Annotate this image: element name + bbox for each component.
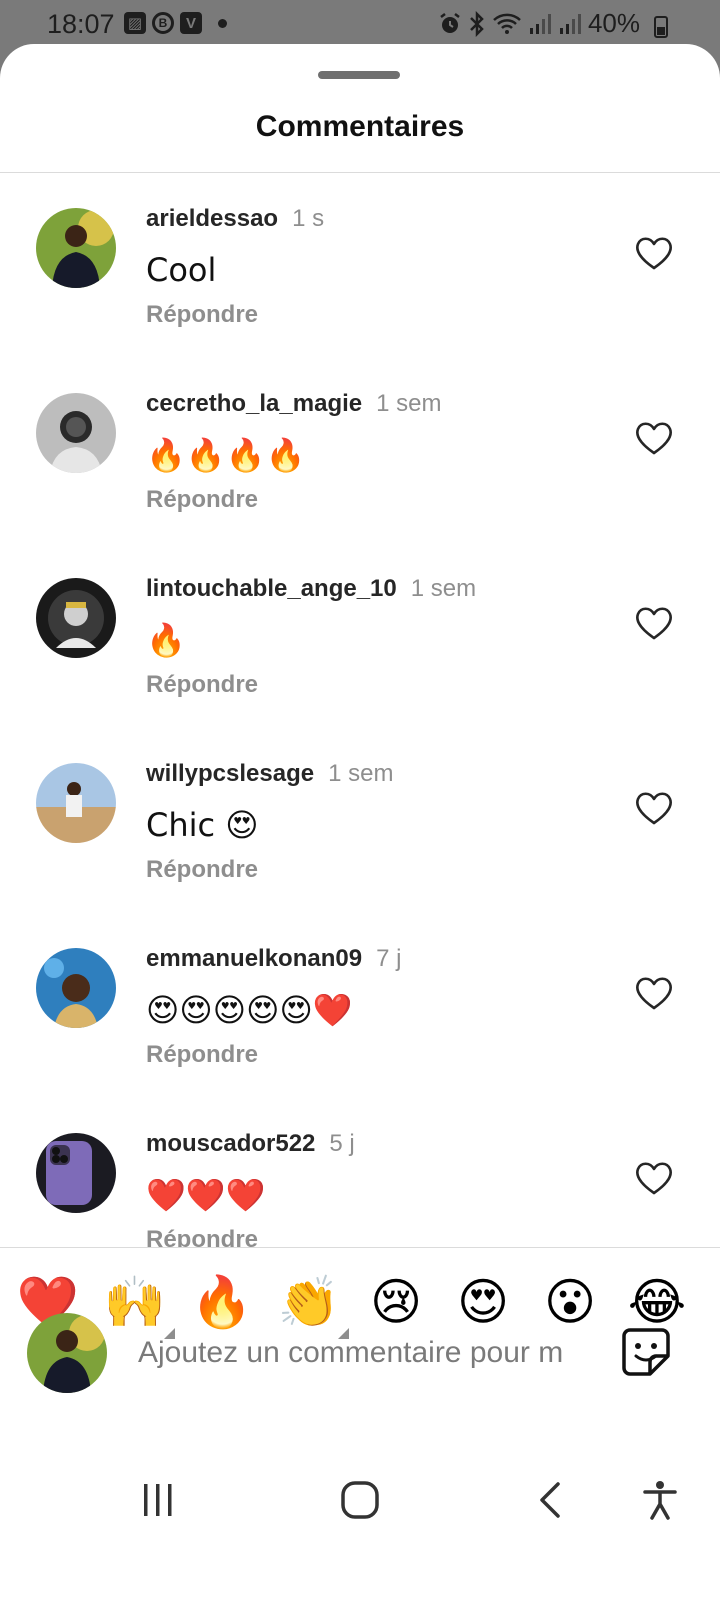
like-button[interactable] <box>634 605 674 641</box>
reaction-heart-eyes[interactable]: 😍 <box>447 1269 519 1335</box>
comment-author[interactable]: arieldessao 1 s <box>146 205 324 233</box>
heart-outline-icon <box>636 792 672 825</box>
comment-text: Cool <box>146 251 217 289</box>
like-button[interactable] <box>634 1160 674 1196</box>
reaction-surprised[interactable]: 😮 <box>534 1269 606 1335</box>
avatar[interactable] <box>36 1133 116 1213</box>
reply-button[interactable]: Répondre <box>146 1226 258 1247</box>
comments-sheet: Commentaires arieldessao 1 s Cool Répondr… <box>0 44 720 1600</box>
list-item: mouscador522 5 j ❤️❤️❤️ Répondre <box>0 1098 720 1247</box>
username[interactable]: lintouchable_ange_10 <box>146 575 397 602</box>
home-button[interactable] <box>330 1470 390 1530</box>
home-icon <box>341 1481 379 1519</box>
status-left-icons: ▨ B V <box>124 12 227 34</box>
reply-button[interactable]: Répondre <box>146 1041 258 1069</box>
v-icon: V <box>180 12 202 34</box>
heart-outline-icon <box>636 422 672 455</box>
comment-time: 5 j <box>329 1130 355 1157</box>
like-button[interactable] <box>634 420 674 456</box>
image-icon: ▨ <box>124 12 146 34</box>
like-button[interactable] <box>634 235 674 271</box>
avatar[interactable] <box>36 578 116 658</box>
reply-button[interactable]: Répondre <box>146 671 258 699</box>
comment-author[interactable]: willypcslesage 1 sem <box>146 760 393 788</box>
list-item: emmanuelkonan09 7 j 😍😍😍😍😍❤️ Répondre <box>0 913 720 1098</box>
recent-apps-button[interactable] <box>128 1470 188 1530</box>
reaction-fire[interactable]: 🔥 <box>186 1269 258 1335</box>
comment-text: ❤️❤️❤️ <box>146 1176 266 1214</box>
comment-input[interactable] <box>138 1332 600 1374</box>
dot-icon <box>218 18 227 28</box>
battery-icon <box>654 16 668 38</box>
navigation-bar <box>0 1430 720 1556</box>
avatar[interactable] <box>36 948 116 1028</box>
back-button[interactable] <box>520 1470 580 1530</box>
comment-text: Chic 😍 <box>146 806 259 844</box>
username[interactable]: willypcslesage <box>146 760 314 787</box>
list-item: cecretho_la_magie 1 sem 🔥🔥🔥🔥 Répondre <box>0 358 720 543</box>
username[interactable]: cecretho_la_magie <box>146 390 362 417</box>
comment-text: 🔥🔥🔥🔥 <box>146 436 306 474</box>
divider <box>0 1247 720 1248</box>
comment-time: 7 j <box>376 945 402 972</box>
list-item: arieldessao 1 s Cool Répondre <box>0 173 720 358</box>
comment-text: 😍😍😍😍😍❤️ <box>146 991 353 1029</box>
username[interactable]: mouscador522 <box>146 1130 315 1157</box>
comment-time: 1 s <box>292 205 325 232</box>
reply-button[interactable]: Répondre <box>146 301 258 329</box>
username[interactable]: emmanuelkonan09 <box>146 945 362 972</box>
reply-button[interactable]: Répondre <box>146 486 258 514</box>
reaction-raised-hands[interactable]: 🙌 <box>99 1269 171 1335</box>
signal-icon <box>559 13 581 34</box>
list-item: lintouchable_ange_10 1 sem 🔥 Répondre <box>0 543 720 728</box>
current-user-avatar <box>27 1313 107 1393</box>
heart-outline-icon <box>636 977 672 1010</box>
reply-button[interactable]: Répondre <box>146 856 258 884</box>
avatar[interactable] <box>36 393 116 473</box>
list-item: willypcslesage 1 sem Chic 😍 Répondre <box>0 728 720 913</box>
like-button[interactable] <box>634 790 674 826</box>
accessibility-icon <box>643 1481 677 1520</box>
heart-outline-icon <box>636 237 672 270</box>
signal-icon <box>529 13 551 34</box>
accessibility-button[interactable] <box>630 1470 690 1530</box>
comment-author[interactable]: lintouchable_ange_10 1 sem <box>146 575 476 603</box>
sheet-title: Commentaires <box>255 110 465 143</box>
battery-percent: 40% <box>587 8 640 38</box>
comment-text: 🔥 <box>146 621 186 659</box>
recent-apps-icon <box>144 1484 172 1516</box>
chevron-left-icon <box>540 1482 560 1518</box>
bluetooth-icon <box>470 10 484 37</box>
comment-time: 1 sem <box>328 760 394 787</box>
bluetooth-b-icon: B <box>152 12 174 34</box>
sticker-button[interactable] <box>620 1326 672 1378</box>
heart-outline-icon <box>636 607 672 640</box>
reaction-crying[interactable]: 😢 <box>360 1269 432 1335</box>
comments-list[interactable]: arieldessao 1 s Cool Répondre cecretho_la… <box>0 173 720 1247</box>
avatar[interactable] <box>36 763 116 843</box>
alarm-icon <box>440 12 460 33</box>
reaction-clap[interactable]: 👏 <box>273 1269 345 1335</box>
heart-outline-icon <box>636 1162 672 1195</box>
comment-author[interactable]: cecretho_la_magie 1 sem <box>146 390 441 418</box>
status-right-icons: 40% <box>438 8 664 39</box>
status-time: 18:07 <box>47 9 115 39</box>
comment-author[interactable]: mouscador522 5 j <box>146 1130 355 1158</box>
comment-time: 1 sem <box>410 575 477 602</box>
avatar[interactable] <box>36 208 116 288</box>
reaction-bar: ❤️ 🙌 🔥 👏 😢 😍 😮 😂 <box>0 1269 720 1339</box>
sticker-icon <box>622 1328 670 1376</box>
username[interactable]: arieldessao <box>146 205 278 232</box>
drag-handle[interactable] <box>318 71 400 79</box>
comment-time: 1 sem <box>376 390 442 417</box>
like-button[interactable] <box>634 975 674 1011</box>
wifi-icon <box>493 13 521 34</box>
comment-author[interactable]: emmanuelkonan09 7 j <box>146 945 401 973</box>
